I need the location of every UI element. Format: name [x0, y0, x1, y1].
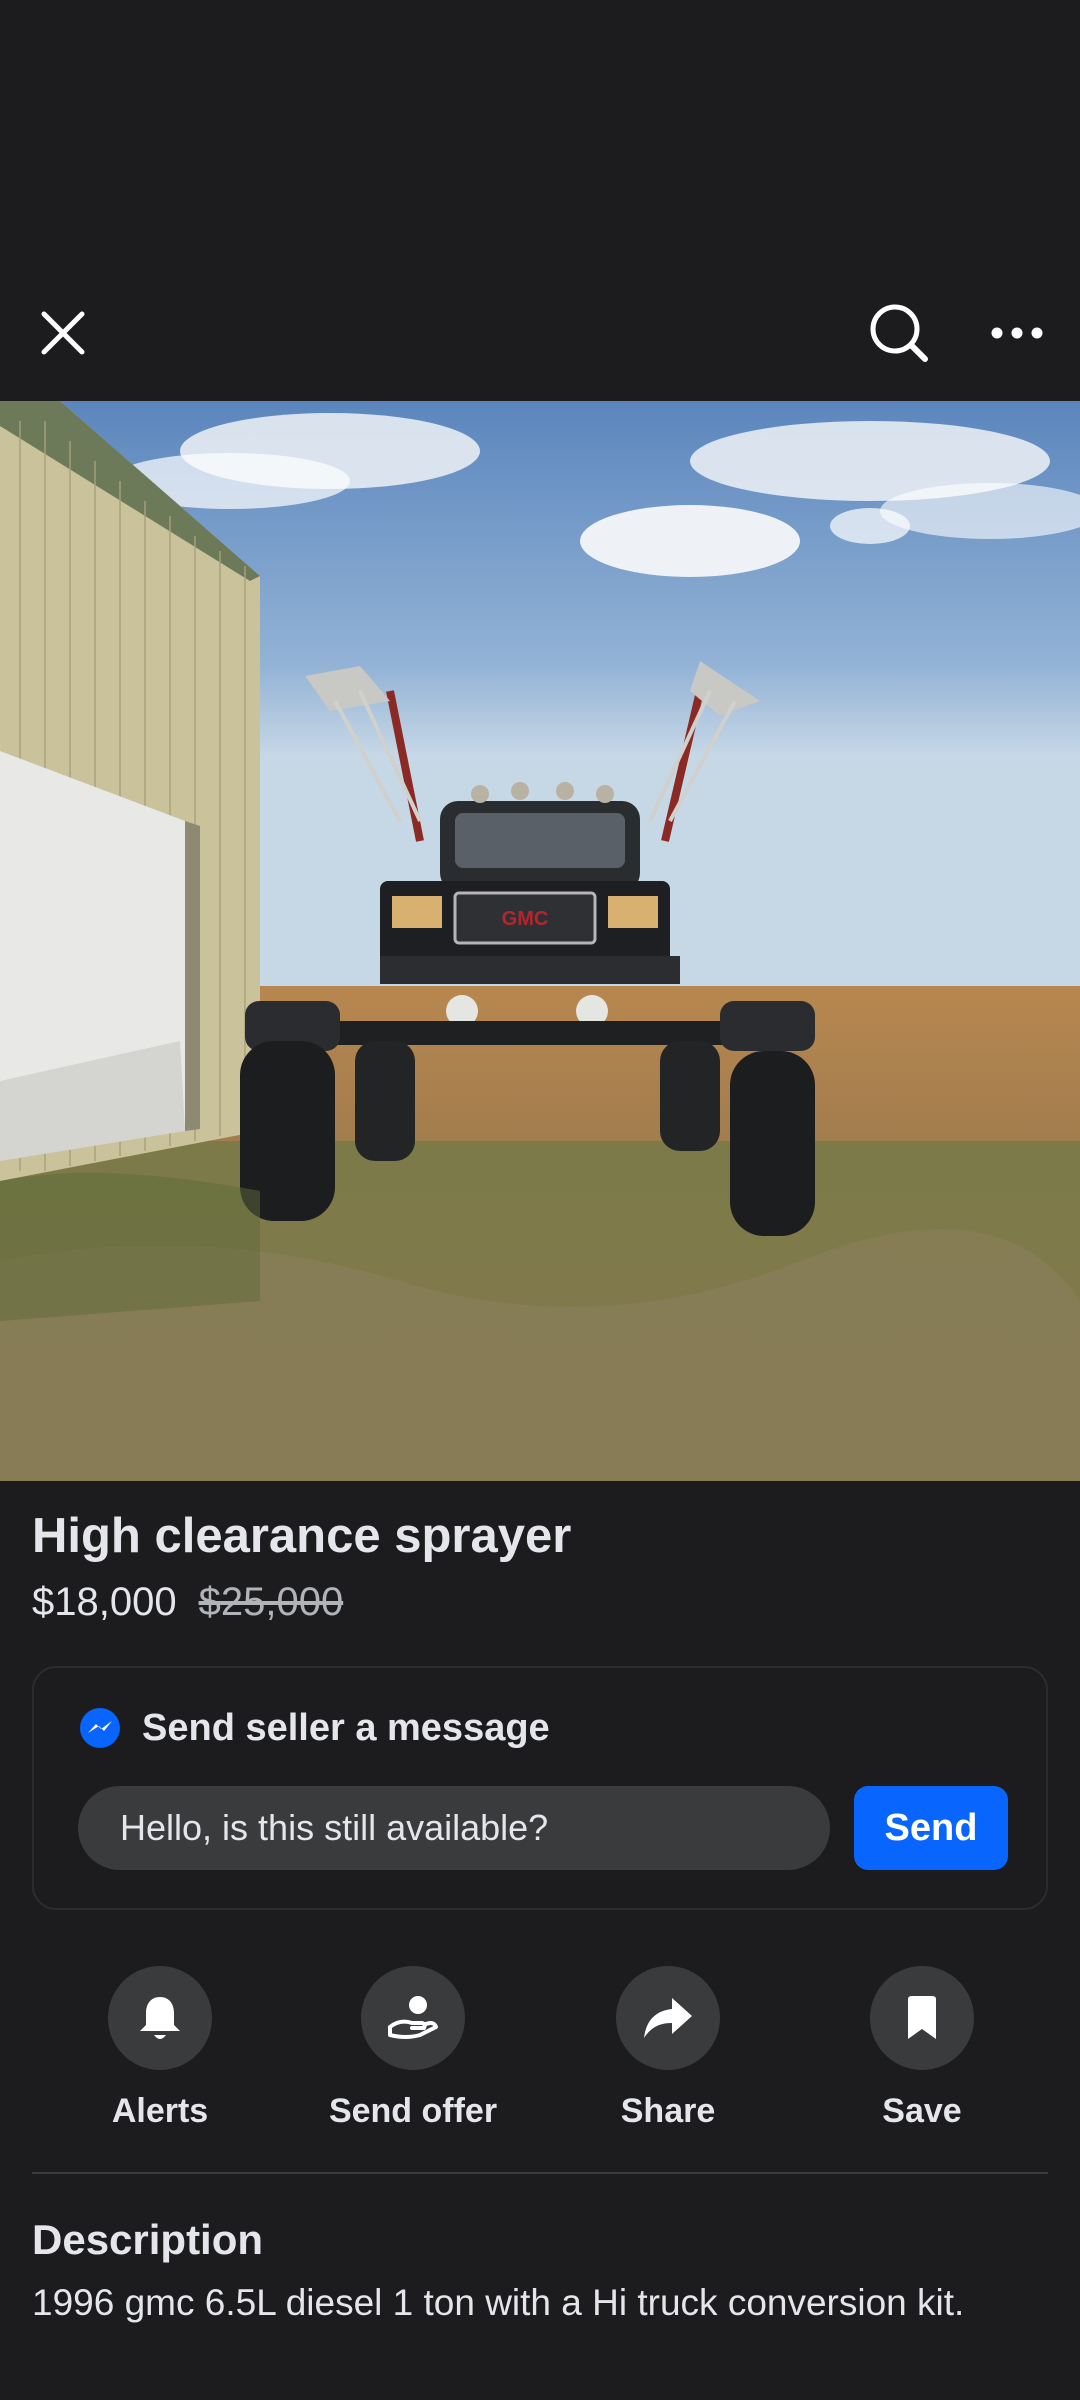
send-offer-button[interactable]: Send offer	[313, 1966, 513, 2136]
top-bar	[0, 0, 1080, 401]
share-icon	[644, 1998, 692, 2038]
section-divider	[32, 2172, 1048, 2174]
save-button[interactable]: Save	[822, 1966, 1022, 2136]
listing-title: High clearance sprayer	[32, 1509, 572, 1563]
offer-icon	[388, 1996, 438, 2039]
message-heading-row: Send seller a message	[78, 1706, 550, 1750]
alerts-label: Alerts	[111, 2092, 209, 2130]
close-button[interactable]	[30, 300, 96, 366]
share-button[interactable]: Share	[568, 1966, 768, 2136]
send-button[interactable]: Send	[854, 1786, 1008, 1870]
message-input[interactable]: Hello, is this still available?	[78, 1786, 830, 1870]
send-offer-circle	[361, 1966, 465, 2070]
alerts-circle	[108, 1966, 212, 2070]
search-button[interactable]	[862, 296, 936, 370]
send-offer-label: Send offer	[328, 2092, 498, 2130]
message-seller-card: Send seller a message Hello, is this sti…	[32, 1666, 1048, 1910]
original-price: $25,000	[198, 1580, 344, 1624]
share-label: Share	[620, 2092, 716, 2130]
message-input-value: Hello, is this still available?	[120, 1807, 549, 1848]
more-icon	[991, 327, 1043, 339]
more-options-button[interactable]	[980, 296, 1054, 370]
description-heading: Description	[32, 2216, 264, 2263]
messenger-icon	[80, 1708, 120, 1748]
action-row: Alerts Send offer Share Save	[0, 1966, 1080, 2136]
sprayer-truck-image: GMC	[0, 401, 1080, 1481]
listing-photo[interactable]: GMC	[0, 401, 1080, 1481]
price-row: $18,000 $25,000	[32, 1580, 343, 1625]
share-circle	[616, 1966, 720, 2070]
alerts-button[interactable]: Alerts	[60, 1966, 260, 2136]
bell-icon	[140, 1997, 180, 2039]
message-heading: Send seller a message	[142, 1706, 550, 1749]
description-text: 1996 gmc 6.5L diesel 1 ton with a Hi tru…	[32, 2282, 965, 2323]
close-icon	[41, 311, 85, 355]
current-price: $18,000	[32, 1580, 177, 1624]
search-icon	[870, 304, 928, 362]
svg-text:GMC: GMC	[502, 908, 549, 930]
bookmark-icon	[908, 1996, 936, 2039]
save-label: Save	[882, 2092, 962, 2130]
save-circle	[870, 1966, 974, 2070]
